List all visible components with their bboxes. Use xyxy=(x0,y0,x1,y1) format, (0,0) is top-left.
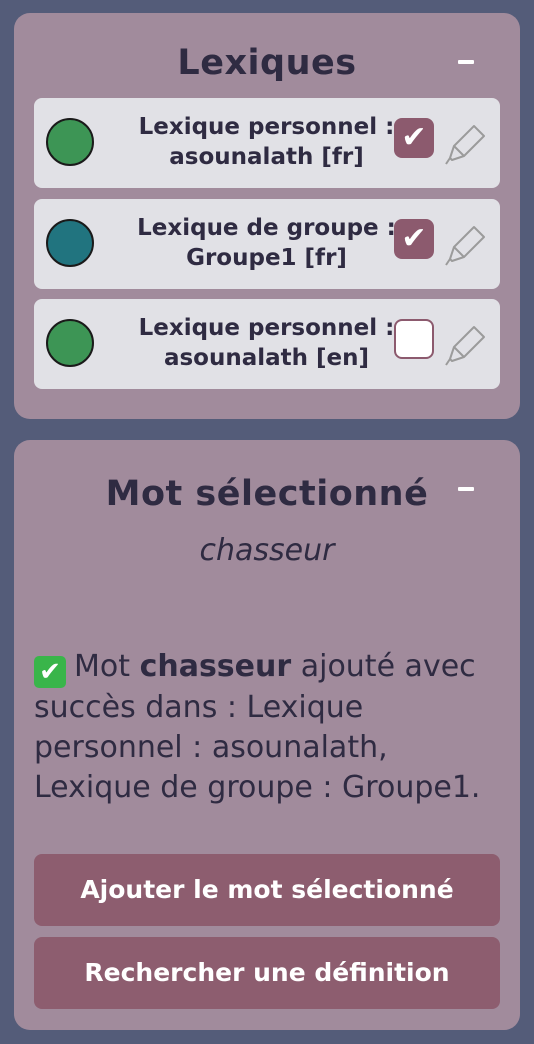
lexique-item-personnel-en: Lexique personnel : asounalath [en] xyxy=(34,299,500,389)
lexique-label: Lexique personnel : asounalath [fr] xyxy=(138,114,395,170)
check-icon: ✔ xyxy=(34,656,66,688)
mot-collapse-button[interactable] xyxy=(458,487,474,491)
selected-word: chasseur xyxy=(199,533,335,568)
success-message: ✔ Mot chasseur ajouté avec succès dans : … xyxy=(34,649,481,805)
search-definition-button[interactable]: Rechercher une définition xyxy=(34,937,500,1009)
lexique-item-groupe-fr: Lexique de groupe : Groupe1 [fr] ✔ xyxy=(34,199,500,289)
lexiques-collapse-button[interactable] xyxy=(458,60,474,64)
lexiques-panel: Lexiques Lexique personnel : asounalath … xyxy=(14,13,520,419)
highlighter-icon[interactable] xyxy=(444,323,488,367)
highlighter-icon[interactable] xyxy=(444,122,488,166)
lexique-label: Lexique personnel : asounalath [en] xyxy=(138,315,395,371)
lexique-color-dot xyxy=(46,118,94,166)
mot-selectionne-panel: Mot sélectionné chasseur ✔ Mot chasseur a… xyxy=(14,440,520,1030)
lexique-checkbox[interactable] xyxy=(394,319,434,359)
lexique-checkbox[interactable]: ✔ xyxy=(394,118,434,158)
lexique-item-personnel-fr: Lexique personnel : asounalath [fr] ✔ xyxy=(34,98,500,188)
mot-selectionne-title: Mot sélectionné xyxy=(105,474,429,514)
highlighter-icon[interactable] xyxy=(444,223,488,267)
lexique-label: Lexique de groupe : Groupe1 [fr] xyxy=(137,215,396,271)
lexique-checkbox[interactable]: ✔ xyxy=(394,219,434,259)
message-word: chasseur xyxy=(139,649,292,684)
add-word-button[interactable]: Ajouter le mot sélectionné xyxy=(34,854,500,926)
lexique-color-dot xyxy=(46,319,94,367)
lexique-color-dot xyxy=(46,219,94,267)
lexiques-title: Lexiques xyxy=(177,43,357,83)
